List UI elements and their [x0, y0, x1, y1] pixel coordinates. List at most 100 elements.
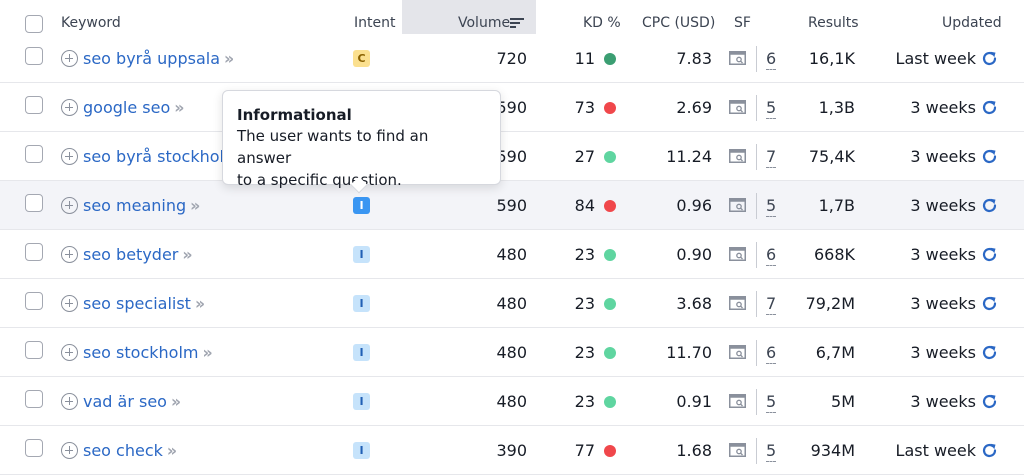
- updated-value: 3 weeks: [910, 245, 976, 264]
- results-value: 16,1K: [808, 49, 855, 68]
- kd-difficulty-dot: [604, 249, 616, 261]
- sort-descending-icon[interactable]: [510, 16, 524, 30]
- intent-badge[interactable]: I: [353, 393, 370, 410]
- intent-badge[interactable]: I: [353, 344, 370, 361]
- table-row[interactable]: seo betyder ›› I 480 23 0.90 6 668K 3 we…: [0, 230, 1024, 279]
- intent-badge[interactable]: I: [353, 295, 370, 312]
- chevron-right-double-icon[interactable]: ››: [195, 279, 205, 328]
- add-to-list-icon[interactable]: [61, 99, 78, 116]
- serp-features-icon[interactable]: [729, 393, 746, 409]
- add-to-list-icon[interactable]: [61, 442, 78, 459]
- keyword-link[interactable]: seo byrå stockholm: [83, 132, 240, 181]
- sf-count-value: 7: [766, 147, 777, 168]
- kd-difficulty-dot: [604, 200, 616, 212]
- sf-count[interactable]: 5: [766, 83, 777, 132]
- volume-value: 480: [496, 392, 527, 411]
- chevron-right-double-icon[interactable]: ››: [202, 328, 212, 377]
- row-checkbox[interactable]: [25, 194, 43, 212]
- serp-features-icon[interactable]: [729, 295, 746, 311]
- row-checkbox[interactable]: [25, 243, 43, 261]
- table-row[interactable]: seo meaning ›› I 590 84 0.96 5 1,7B 3 we…: [0, 181, 1024, 230]
- kd-difficulty-dot: [604, 396, 616, 408]
- refresh-icon[interactable]: [981, 148, 998, 165]
- header-volume-label: Volume: [458, 15, 511, 31]
- keyword-link[interactable]: seo stockholm: [83, 328, 198, 377]
- table-row[interactable]: seo stockholm ›› I 480 23 11.70 6 6,7M 3…: [0, 328, 1024, 377]
- keyword-link[interactable]: vad är seo: [83, 377, 167, 426]
- keyword-link[interactable]: seo byrå uppsala: [83, 34, 220, 83]
- sf-count[interactable]: 7: [766, 279, 777, 328]
- chevron-right-double-icon[interactable]: ››: [174, 83, 184, 132]
- sf-divider: [756, 193, 757, 219]
- refresh-icon[interactable]: [981, 344, 998, 361]
- serp-features-icon[interactable]: [729, 50, 746, 66]
- refresh-icon[interactable]: [981, 442, 998, 459]
- add-to-list-icon[interactable]: [61, 344, 78, 361]
- tooltip-title: Informational: [237, 106, 352, 124]
- row-checkbox[interactable]: [25, 145, 43, 163]
- cpc-value: 11.70: [666, 343, 712, 362]
- intent-badge[interactable]: I: [353, 197, 370, 214]
- add-to-list-icon[interactable]: [61, 148, 78, 165]
- keyword-cell: seo betyder ››: [61, 230, 193, 279]
- add-to-list-icon[interactable]: [61, 246, 78, 263]
- intent-badge[interactable]: I: [353, 246, 370, 263]
- table-row[interactable]: seo specialist ›› I 480 23 3.68 7 79,2M …: [0, 279, 1024, 328]
- intent-badge[interactable]: C: [353, 50, 370, 67]
- row-checkbox[interactable]: [25, 47, 43, 65]
- add-to-list-icon[interactable]: [61, 50, 78, 67]
- results-value: 75,4K: [808, 147, 855, 166]
- sf-count[interactable]: 7: [766, 132, 777, 181]
- table-row[interactable]: seo check ›› I 390 77 1.68 5 934M Last w…: [0, 426, 1024, 475]
- refresh-icon[interactable]: [981, 197, 998, 214]
- refresh-icon[interactable]: [981, 246, 998, 263]
- add-to-list-icon[interactable]: [61, 197, 78, 214]
- updated-value: 3 weeks: [910, 196, 976, 215]
- chevron-right-double-icon[interactable]: ››: [171, 377, 181, 426]
- refresh-icon[interactable]: [981, 393, 998, 410]
- serp-features-icon[interactable]: [729, 344, 746, 360]
- row-checkbox[interactable]: [25, 390, 43, 408]
- sf-count-value: 6: [766, 343, 777, 364]
- table-row[interactable]: vad är seo ›› I 480 23 0.91 5 5M 3 weeks: [0, 377, 1024, 426]
- row-checkbox[interactable]: [25, 292, 43, 310]
- chevron-right-double-icon[interactable]: ››: [190, 181, 200, 230]
- serp-features-icon[interactable]: [729, 442, 746, 458]
- table-row[interactable]: seo byrå stockholm ›› I 590 27 11.24 7 7…: [0, 132, 1024, 181]
- sf-count[interactable]: 5: [766, 377, 777, 426]
- keyword-link[interactable]: seo check: [83, 426, 163, 475]
- table-row[interactable]: google seo ›› I 590 73 2.69 5 1,3B 3 wee…: [0, 83, 1024, 132]
- volume-value: 480: [496, 294, 527, 313]
- sf-count[interactable]: 6: [766, 230, 777, 279]
- sf-count[interactable]: 6: [766, 34, 777, 83]
- keyword-link[interactable]: google seo: [83, 83, 170, 132]
- row-checkbox[interactable]: [25, 96, 43, 114]
- select-all-checkbox[interactable]: [25, 15, 43, 33]
- serp-features-icon[interactable]: [729, 148, 746, 164]
- keyword-link[interactable]: seo specialist: [83, 279, 191, 328]
- keyword-link[interactable]: seo betyder: [83, 230, 178, 279]
- refresh-icon[interactable]: [981, 50, 998, 67]
- chevron-right-double-icon[interactable]: ››: [224, 34, 234, 83]
- serp-features-icon[interactable]: [729, 246, 746, 262]
- serp-features-icon[interactable]: [729, 99, 746, 115]
- keyword-link[interactable]: seo meaning: [83, 181, 186, 230]
- add-to-list-icon[interactable]: [61, 393, 78, 410]
- kd-value: 84: [574, 196, 595, 215]
- chevron-right-double-icon[interactable]: ››: [167, 426, 177, 475]
- chevron-right-double-icon[interactable]: ››: [182, 230, 192, 279]
- sf-divider: [756, 144, 757, 170]
- table-row[interactable]: seo byrå uppsala ›› C 720 11 7.83 6 16,1…: [0, 34, 1024, 83]
- sf-count[interactable]: 6: [766, 328, 777, 377]
- intent-badge[interactable]: I: [353, 442, 370, 459]
- cpc-value: 2.69: [676, 98, 712, 117]
- row-checkbox[interactable]: [25, 439, 43, 457]
- sf-count-value: 5: [766, 196, 777, 217]
- refresh-icon[interactable]: [981, 99, 998, 116]
- row-checkbox[interactable]: [25, 341, 43, 359]
- refresh-icon[interactable]: [981, 295, 998, 312]
- sf-count[interactable]: 5: [766, 426, 777, 475]
- add-to-list-icon[interactable]: [61, 295, 78, 312]
- sf-count[interactable]: 5: [766, 181, 777, 230]
- serp-features-icon[interactable]: [729, 197, 746, 213]
